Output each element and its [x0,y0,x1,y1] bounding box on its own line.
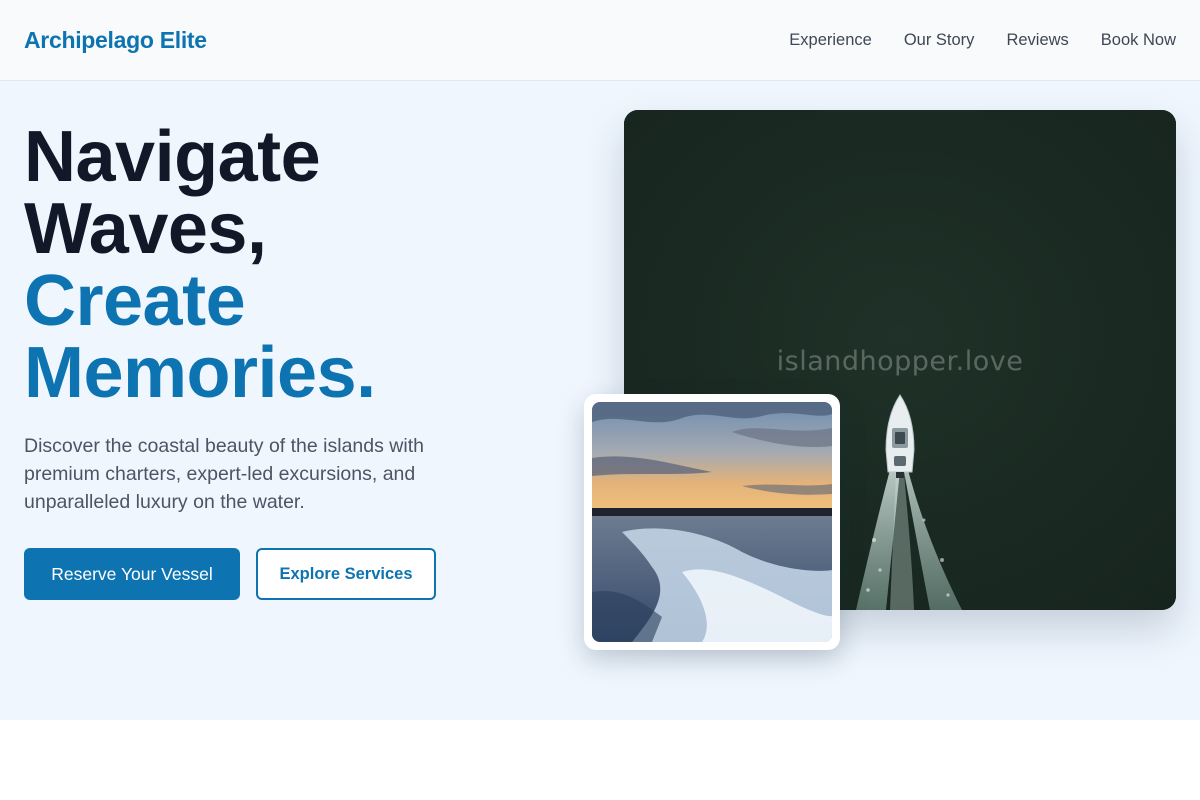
sunset-photo [592,402,832,642]
headline-line-2: Waves, [24,189,267,269]
top-navigation: Archipelago Elite Experience Our Story R… [0,0,1200,81]
nav-link-book-now[interactable]: Book Now [1101,31,1176,50]
headline-line-1: Navigate [24,117,321,197]
nav-link-our-story[interactable]: Our Story [904,31,975,50]
headline-accent-2: Memories. [24,333,376,413]
hero-headline: Navigate Waves, Create Memories. [24,121,376,409]
sunset-wake-illustration [592,402,832,642]
nav-links: Experience Our Story Reviews Book Now [789,31,1176,50]
reserve-vessel-button[interactable]: Reserve Your Vessel [24,548,240,600]
next-section [0,720,1200,800]
explore-services-button[interactable]: Explore Services [256,548,436,600]
sunset-photo-card [584,394,840,650]
nav-link-experience[interactable]: Experience [789,31,872,50]
nav-link-reviews[interactable]: Reviews [1006,31,1068,50]
image-watermark: islandhopper.love [776,346,1024,377]
headline-accent-1: Create [24,261,246,341]
brand-logo[interactable]: Archipelago Elite [24,27,207,54]
hero-description: Discover the coastal beauty of the islan… [24,435,424,513]
hero-section: Navigate Waves, Create Memories. Discove… [0,81,1200,720]
